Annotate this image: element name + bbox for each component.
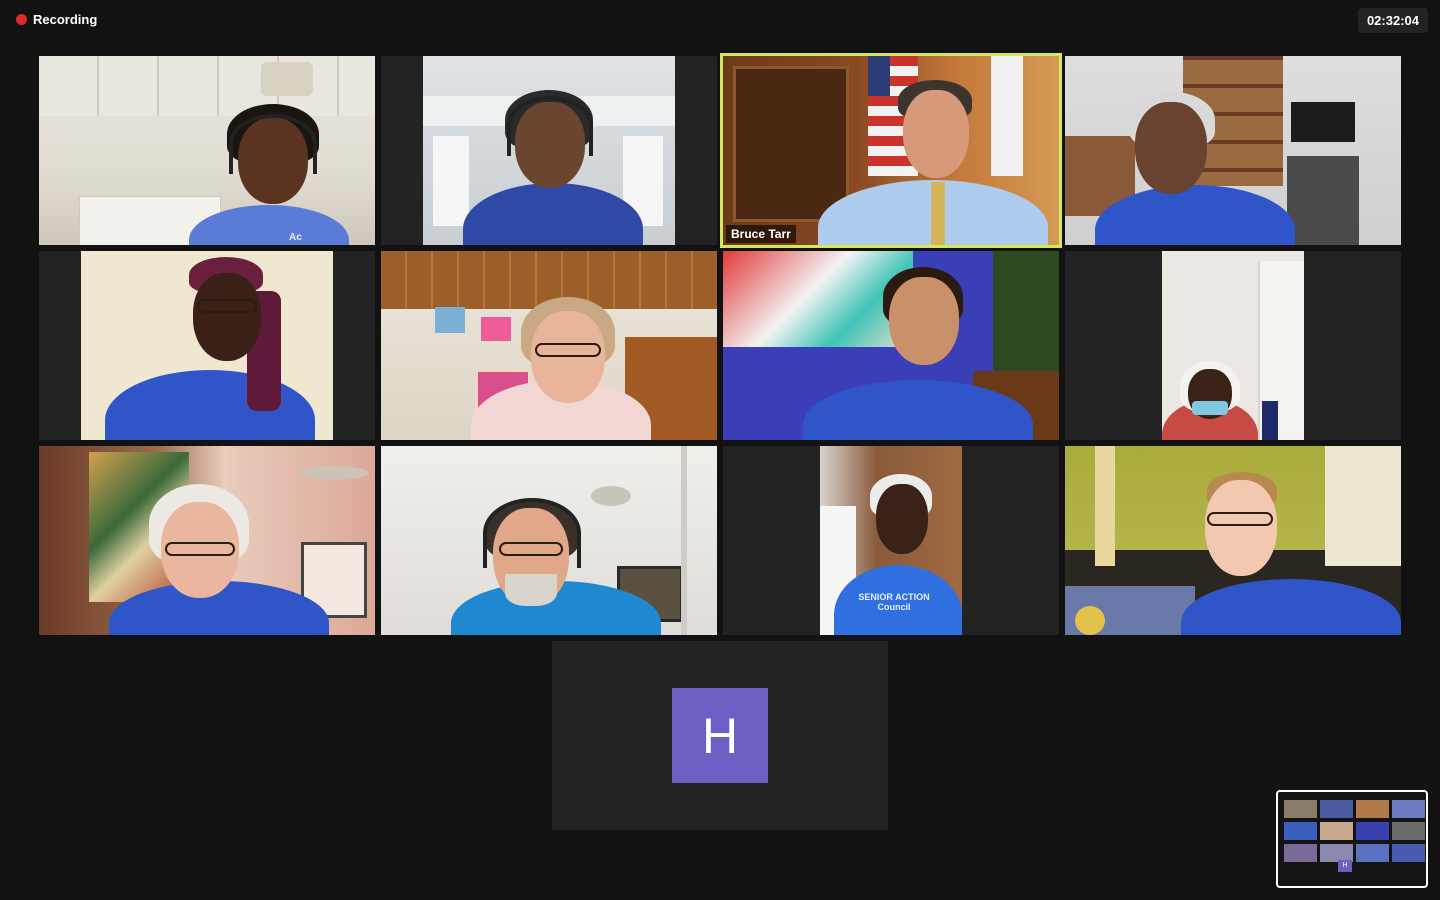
participant-avatar: H <box>672 688 768 783</box>
participant-video <box>1065 446 1401 635</box>
thumbnail-cell <box>1320 822 1353 840</box>
participant-name: Bruce Tarr <box>726 225 796 243</box>
shirt-logo-text: Ac <box>289 232 302 243</box>
thumbnail-cell <box>1356 800 1389 818</box>
participant-tile-12[interactable] <box>1065 446 1401 635</box>
participant-tile-2[interactable] <box>381 56 717 245</box>
meeting-timer: 02:32:04 <box>1357 8 1428 33</box>
recording-dot-icon <box>16 14 27 25</box>
participant-video <box>1065 56 1401 245</box>
participant-video <box>723 251 1059 440</box>
participant-video <box>81 251 333 440</box>
participant-tile-9[interactable] <box>39 446 375 635</box>
recording-label: Recording <box>33 12 98 27</box>
participant-video <box>381 446 717 635</box>
recording-indicator[interactable]: Recording <box>16 12 97 27</box>
thumbnail-cell <box>1392 800 1425 818</box>
thumbnail-cell <box>1392 822 1425 840</box>
meeting-window: Recording 02:32:04 Ac Bruce Tarr SENIOR … <box>0 0 1440 900</box>
thumbnail-cell <box>1392 844 1425 862</box>
participant-video: SENIOR ACTION Council <box>820 446 962 635</box>
participant-tile-8[interactable] <box>1065 251 1401 440</box>
thumbnail-cell <box>1284 844 1317 862</box>
participant-tile-4[interactable] <box>1065 56 1401 245</box>
thumbnail-cell <box>1284 800 1317 818</box>
thumbnail-cell <box>1356 844 1389 862</box>
thumbnail-cell <box>1356 822 1389 840</box>
thumbnail-avatar: H <box>1338 860 1352 872</box>
shirt-logo-line2: Council <box>877 602 911 612</box>
shirt-logo-text: SENIOR ACTION Council <box>854 592 934 612</box>
participant-video <box>423 56 675 245</box>
participant-tile-1[interactable]: Ac <box>39 56 375 245</box>
participant-video: Ac <box>39 56 375 245</box>
shirt-logo-line1: SENIOR ACTION <box>858 592 930 602</box>
participant-tile-7[interactable] <box>723 251 1059 440</box>
participant-video <box>381 251 717 440</box>
participant-tile-3[interactable]: Bruce Tarr <box>720 53 1062 248</box>
participant-video <box>1162 251 1304 440</box>
thumbnail-cell <box>1284 822 1317 840</box>
participant-tile-6[interactable] <box>381 251 717 440</box>
participant-tile-10[interactable] <box>381 446 717 635</box>
participant-video <box>39 446 375 635</box>
participant-tile-5[interactable] <box>39 251 375 440</box>
gallery-thumbnail[interactable]: H <box>1276 790 1428 888</box>
participant-video <box>723 56 1059 245</box>
thumbnail-cell <box>1320 800 1353 818</box>
participant-tile-11[interactable]: SENIOR ACTION Council <box>723 446 1059 635</box>
